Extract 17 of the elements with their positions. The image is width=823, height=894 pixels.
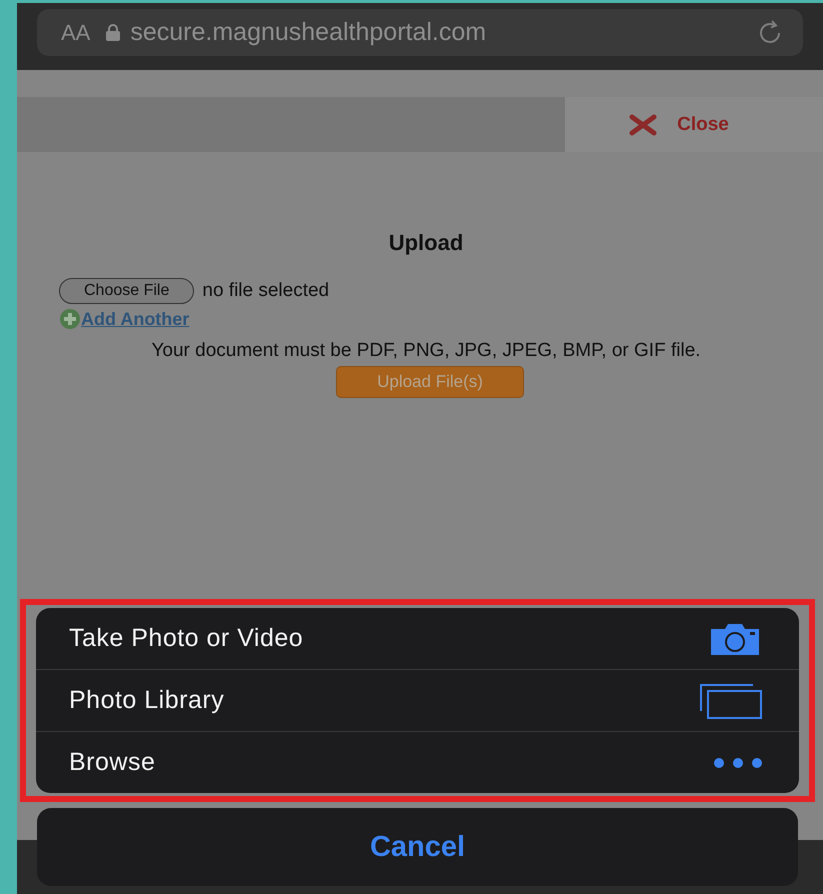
- url-text: secure.magnushealthportal.com: [130, 18, 488, 47]
- action-item[interactable]: Photo Library: [36, 670, 799, 732]
- upload-title: Upload: [388, 230, 464, 256]
- choose-file-button[interactable]: Choose File: [59, 278, 194, 304]
- address-bar[interactable]: AA secure.magnushealthportal.com: [37, 9, 803, 56]
- photo-stack-icon: [699, 682, 763, 718]
- add-icon: [59, 308, 81, 330]
- lock-icon: [106, 24, 120, 41]
- close-icon: [629, 114, 658, 136]
- cancel-button[interactable]: Cancel: [37, 808, 798, 886]
- action-item[interactable]: Browse: [36, 732, 799, 793]
- action-item[interactable]: Take Photo or Video: [36, 608, 799, 670]
- file-status: no file selected: [202, 280, 330, 302]
- text-size-button[interactable]: AA: [61, 20, 90, 46]
- file-type-note: Your document must be PDF, PNG, JPG, JPEG, BMP, or GIF file.: [151, 340, 701, 361]
- close-button[interactable]: Close: [565, 97, 823, 152]
- more-icon: [713, 756, 763, 768]
